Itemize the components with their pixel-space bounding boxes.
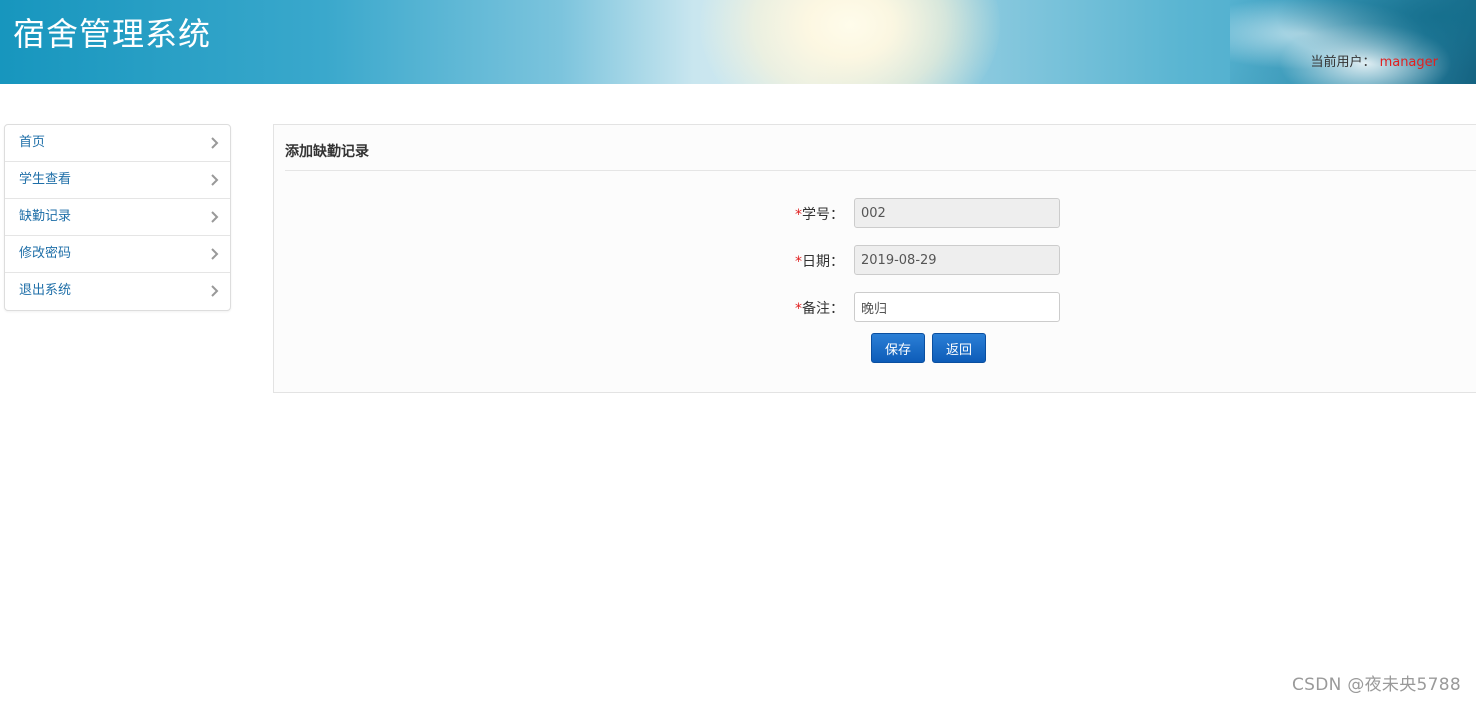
required-mark: * (795, 254, 802, 270)
header-banner: 宿舍管理系统 当前用户： manager (0, 0, 1476, 84)
chevron-right-icon (211, 248, 219, 260)
student-id-label: *学号： (795, 207, 844, 223)
sidebar-item-label: 学生查看 (19, 172, 72, 187)
app-title: 宿舍管理系统 (13, 15, 212, 53)
required-mark: * (795, 301, 802, 317)
add-absence-panel: 添加缺勤记录 *学号： *日期： *备注： 保存 返回 (273, 124, 1476, 393)
current-user: 当前用户： manager (1311, 54, 1438, 72)
student-id-input[interactable] (854, 198, 1060, 228)
panel-divider (285, 170, 1476, 171)
date-input[interactable] (854, 245, 1060, 275)
date-label: *日期： (795, 254, 844, 270)
form-row-student-id: *学号： (274, 198, 1374, 228)
sidebar-item-home[interactable]: 首页 (5, 125, 230, 162)
watermark: CSDN @夜未央5788 (1291, 675, 1461, 695)
sidebar-item-change-password[interactable]: 修改密码 (5, 236, 230, 273)
remark-label: *备注： (795, 301, 844, 317)
form-row-date: *日期： (274, 245, 1374, 275)
sidebar-nav: 首页 学生查看 缺勤记录 修改密码 退出系统 (4, 124, 231, 311)
sidebar-item-absence-records[interactable]: 缺勤记录 (5, 199, 230, 236)
save-button[interactable]: 保存 (871, 333, 925, 363)
sidebar-item-label: 缺勤记录 (19, 209, 72, 224)
chevron-right-icon (211, 137, 219, 149)
banner-sun-glow (700, 0, 1000, 84)
sidebar-item-students[interactable]: 学生查看 (5, 162, 230, 199)
sidebar-item-label: 修改密码 (19, 246, 72, 261)
panel-title: 添加缺勤记录 (285, 144, 369, 160)
form-row-remark: *备注： (274, 292, 1374, 322)
chevron-right-icon (211, 285, 219, 297)
sidebar-item-label: 退出系统 (19, 283, 72, 298)
current-user-name: manager (1379, 55, 1438, 70)
remark-input[interactable] (854, 292, 1060, 322)
sidebar-item-logout[interactable]: 退出系统 (5, 273, 230, 310)
back-button[interactable]: 返回 (932, 333, 986, 363)
current-user-label: 当前用户： (1310, 55, 1376, 70)
required-mark: * (795, 207, 802, 223)
sidebar-item-label: 首页 (19, 135, 46, 150)
chevron-right-icon (211, 174, 219, 186)
chevron-right-icon (211, 211, 219, 223)
